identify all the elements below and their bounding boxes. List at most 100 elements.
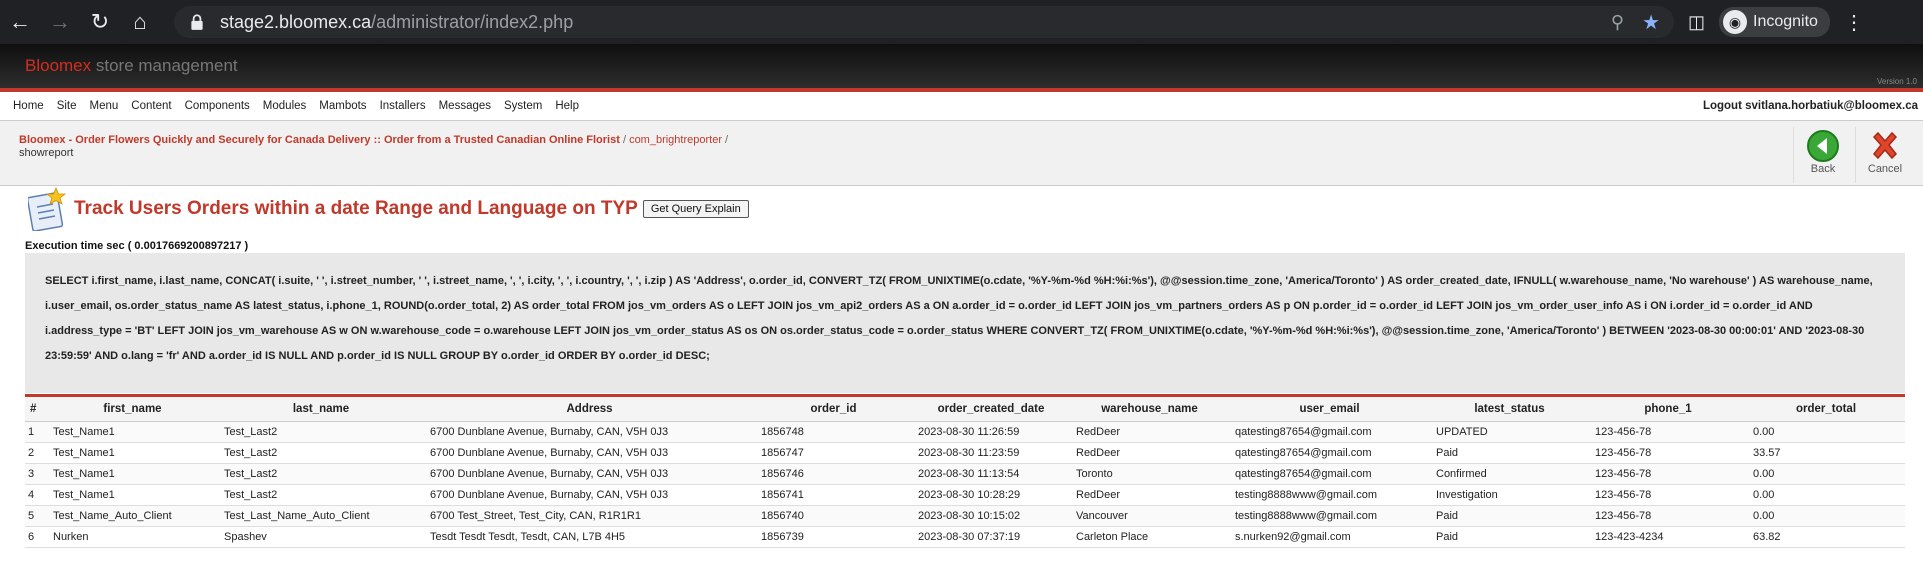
table-cell: Test_Name1 [47,442,218,464]
back-label: Back [1810,163,1836,175]
table-cell: 6700 Dunblane Avenue, Burnaby, CAN, V5H … [424,463,755,485]
bookmark-star-icon[interactable]: ★ [1642,10,1660,35]
table-cell: Test_Name1 [47,463,218,485]
table-cell: 123-423-4234 [1589,526,1747,548]
table-cell: Investigation [1430,484,1589,506]
menu-site[interactable]: Site [57,100,77,112]
table-cell: 1856739 [755,526,912,548]
table-cell: 6700 Dunblane Avenue, Burnaby, CAN, V5H … [424,484,755,506]
table-row: 6 Nurken Spashev Tesdt Tesdt Tesdt, Tesdt, … [25,526,1905,548]
incognito-label: Incognito [1753,13,1818,30]
table-body: 1 Test_Name1 Test_Last2 6700 Dunblane Avenu… [25,421,1905,548]
table-cell: 123-456-78 [1589,484,1747,506]
column-header: last_name [218,394,424,422]
table-cell: 2023-08-30 10:28:29 [912,484,1070,506]
table-cell: Test_Name1 [47,484,218,506]
version-label: Version 1.0 [1876,77,1917,86]
table-cell: 5 [25,505,47,527]
column-header: phone_1 [1589,394,1747,422]
table-cell: 2 [25,442,47,464]
reload-icon[interactable]: ↻ [80,0,120,44]
menu-menu[interactable]: Menu [90,100,119,112]
menu-components[interactable]: Components [185,100,250,112]
table-row: 1 Test_Name1 Test_Last2 6700 Dunblane Avenu… [25,421,1905,443]
back-arrow-icon[interactable]: ← [0,0,40,44]
table-cell: 1 [25,421,47,443]
report-clipboard-icon [28,187,66,231]
cancel-button[interactable]: Cancel [1855,127,1914,183]
sql-query-box: SELECT i.first_name, i.last_name, CONCAT… [25,253,1905,393]
table-cell: Spashev [218,526,424,548]
column-header: order_total [1747,394,1905,422]
results-table-wrapper: # first_name last_name Address order_id … [25,394,1905,548]
table-cell: RedDeer [1070,442,1229,464]
table-cell: 33.57 [1747,442,1905,464]
menu-help[interactable]: Help [555,100,579,112]
column-header: # [25,394,47,422]
brand-logo: Bloomex store management [25,56,238,76]
column-header: warehouse_name [1070,394,1229,422]
back-circle-icon [1807,130,1839,162]
logout-link[interactable]: Logout svitlana.horbatiuk@bloomex.ca [1703,100,1923,112]
forward-arrow-icon[interactable]: → [40,0,80,44]
breadcrumb-component[interactable]: com_brightreporter [629,134,722,146]
table-cell: 0.00 [1747,463,1905,485]
admin-header: Bloomex store management Version 1.0 [0,44,1923,92]
menu-home[interactable]: Home [13,100,44,112]
table-cell: qatesting87654@gmail.com [1229,463,1430,485]
breadcrumb-separator: / [722,134,729,146]
column-header: order_created_date [912,394,1070,422]
breadcrumb-separator: / [619,134,630,146]
table-header-row: # first_name last_name Address order_id … [25,394,1905,422]
incognito-badge[interactable]: ◉ Incognito [1719,7,1830,37]
get-query-explain-button[interactable]: Get Query Explain [642,200,749,218]
table-cell: Test_Name_Auto_Client [47,505,218,527]
table-row: 5 Test_Name_Auto_Client Test_Last_Name_Aut… [25,505,1905,527]
table-cell: qatesting87654@gmail.com [1229,421,1430,443]
breadcrumb-task: showreport [19,147,74,159]
table-cell: 0.00 [1747,421,1905,443]
table-cell: 1856746 [755,463,912,485]
url-host: stage2.bloomex.ca [220,11,372,32]
more-menu-icon[interactable]: ⋮ [1844,10,1864,35]
table-cell: 123-456-78 [1589,421,1747,443]
menu-modules[interactable]: Modules [263,100,306,112]
table-row: 4 Test_Name1 Test_Last2 6700 Dunblane Avenu… [25,484,1905,506]
table-cell: 63.82 [1747,526,1905,548]
table-cell: 123-456-78 [1589,463,1747,485]
table-cell: 2023-08-30 11:13:54 [912,463,1070,485]
table-cell: 2023-08-30 11:23:59 [912,442,1070,464]
table-cell: Test_Last_Name_Auto_Client [218,505,424,527]
side-panel-icon[interactable]: ◫ [1688,12,1705,33]
table-cell: 2023-08-30 07:37:19 [912,526,1070,548]
pathway-bar: Bloomex - Order Flowers Quickly and Secu… [0,121,1923,186]
table-cell: 123-456-78 [1589,505,1747,527]
table-cell: 6700 Dunblane Avenue, Burnaby, CAN, V5H … [424,442,755,464]
table-cell: 4 [25,484,47,506]
home-icon[interactable]: ⌂ [120,0,160,44]
back-button[interactable]: Back [1793,127,1852,183]
browser-toolbar: ← → ↻ ⌂ stage2.bloomex.ca/administrator/… [0,0,1923,44]
execution-time: Execution time sec ( 0.0017669200897217 … [25,240,249,252]
table-cell: Paid [1430,526,1589,548]
zoom-icon[interactable]: ⚲ [1611,12,1624,33]
cancel-x-icon [1872,131,1898,160]
table-cell: 1856748 [755,421,912,443]
results-table: # first_name last_name Address order_id … [25,394,1905,548]
menu-messages[interactable]: Messages [439,100,491,112]
table-cell: Paid [1430,505,1589,527]
table-cell: Test_Last2 [218,421,424,443]
menu-content[interactable]: Content [131,100,171,112]
menu-system[interactable]: System [504,100,542,112]
table-cell: 3 [25,463,47,485]
menu-mambots[interactable]: Mambots [319,100,366,112]
menu-installers[interactable]: Installers [380,100,426,112]
table-row: 2 Test_Name1 Test_Last2 6700 Dunblane Avenu… [25,442,1905,464]
column-header: user_email [1229,394,1430,422]
address-bar[interactable]: stage2.bloomex.ca/administrator/index2.p… [174,6,1674,38]
column-header: order_id [755,394,912,422]
brand-subtitle: store management [95,56,238,75]
table-cell: s.nurken92@gmail.com [1229,526,1430,548]
breadcrumb-site-link[interactable]: Bloomex - Order Flowers Quickly and Secu… [19,134,620,146]
table-cell: qatesting87654@gmail.com [1229,442,1430,464]
